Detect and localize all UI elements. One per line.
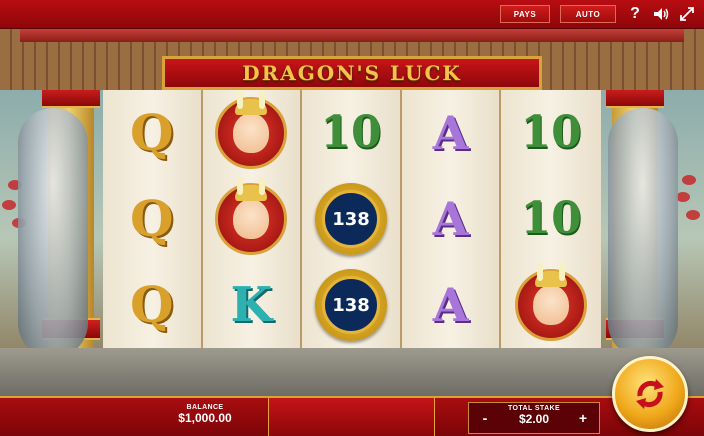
- blossom-decoration: [2, 200, 16, 210]
- symbol-10: 10: [520, 107, 582, 158]
- reel-2: K: [202, 90, 303, 348]
- game-title-plate: DRAGON'S LUCK: [162, 56, 542, 90]
- reel-cell: 138: [302, 262, 400, 348]
- symbol-lucky-child-medal: [215, 177, 288, 255]
- reel-cell: 10: [501, 176, 601, 262]
- pays-button[interactable]: PAYS: [500, 5, 550, 23]
- speaker-icon[interactable]: [650, 4, 672, 24]
- fullscreen-icon[interactable]: [676, 4, 698, 24]
- blossom-decoration: [686, 210, 700, 220]
- symbol-lucky-child-medal: [215, 91, 288, 169]
- game-screen: DRAGON'S LUCK Q Q Q K 10 138 138 A A A 1…: [0, 0, 704, 436]
- symbol-a: A: [432, 278, 469, 332]
- help-icon[interactable]: ?: [624, 4, 646, 24]
- symbol-10: 10: [320, 107, 382, 158]
- symbol-a: A: [432, 106, 469, 160]
- coin-label: 138: [332, 294, 370, 316]
- balance-label: BALANCE: [186, 404, 224, 411]
- total-stake-value: $2.00: [518, 412, 550, 426]
- center-panel: [268, 398, 435, 436]
- top-bar: PAYS AUTO ?: [0, 0, 704, 29]
- balance-display: BALANCE $1,000.00: [150, 404, 260, 425]
- reel-3: 10 138 138: [302, 90, 402, 348]
- child-face-icon: [233, 91, 270, 153]
- symbol-k: K: [230, 277, 273, 333]
- coin-label: 138: [332, 208, 370, 230]
- total-stake-control: - TOTAL STAKE $2.00 +: [468, 402, 600, 434]
- reel-grid: Q Q Q K 10 138 138 A A A 10 10: [103, 90, 601, 348]
- spin-button[interactable]: [612, 356, 688, 432]
- reel-cell: A: [402, 176, 500, 262]
- auto-button[interactable]: AUTO: [560, 5, 616, 23]
- temple-floor: [0, 348, 704, 398]
- reel-cell: [203, 90, 301, 176]
- reel-cell: Q: [103, 262, 201, 348]
- symbol-q: Q: [130, 189, 174, 248]
- total-stake-label: TOTAL STAKE: [507, 405, 561, 412]
- reel-1: Q Q Q: [103, 90, 203, 348]
- right-dragon-statue: [608, 108, 678, 358]
- reel-cell: 10: [501, 90, 601, 176]
- decrease-stake-button[interactable]: -: [471, 405, 499, 431]
- total-stake-display: TOTAL STAKE $2.00: [497, 403, 571, 426]
- reel-cell: Q: [103, 176, 201, 262]
- symbol-10: 10: [520, 193, 582, 244]
- blossom-decoration: [682, 175, 696, 185]
- reel-cell: A: [402, 90, 500, 176]
- game-title: DRAGON'S LUCK: [242, 61, 462, 85]
- reel-cell: A: [402, 262, 500, 348]
- left-dragon-statue: [18, 108, 88, 358]
- reel-5: 10 10: [501, 90, 601, 348]
- reel-cell: Q: [103, 90, 201, 176]
- reel-4: A A A: [401, 90, 502, 348]
- symbol-138-coin: 138: [314, 269, 387, 341]
- child-face-icon: [233, 177, 270, 239]
- balance-value: $1,000.00: [178, 411, 232, 425]
- symbol-q: Q: [130, 275, 174, 334]
- symbol-lucky-child-medal: [515, 263, 588, 341]
- child-face-icon: [533, 263, 570, 325]
- symbol-a: A: [432, 192, 469, 246]
- symbol-138-coin: 138: [314, 183, 387, 255]
- symbol-q: Q: [130, 103, 174, 162]
- reel-cell: [501, 262, 601, 348]
- reel-cell: 10: [302, 90, 400, 176]
- reel-cell: K: [203, 262, 301, 348]
- increase-stake-button[interactable]: +: [569, 405, 597, 431]
- spin-icon: [636, 379, 664, 409]
- roof-beam: [20, 28, 684, 42]
- reel-cell: [203, 176, 301, 262]
- reel-cell: 138: [302, 176, 400, 262]
- blossom-decoration: [676, 192, 690, 202]
